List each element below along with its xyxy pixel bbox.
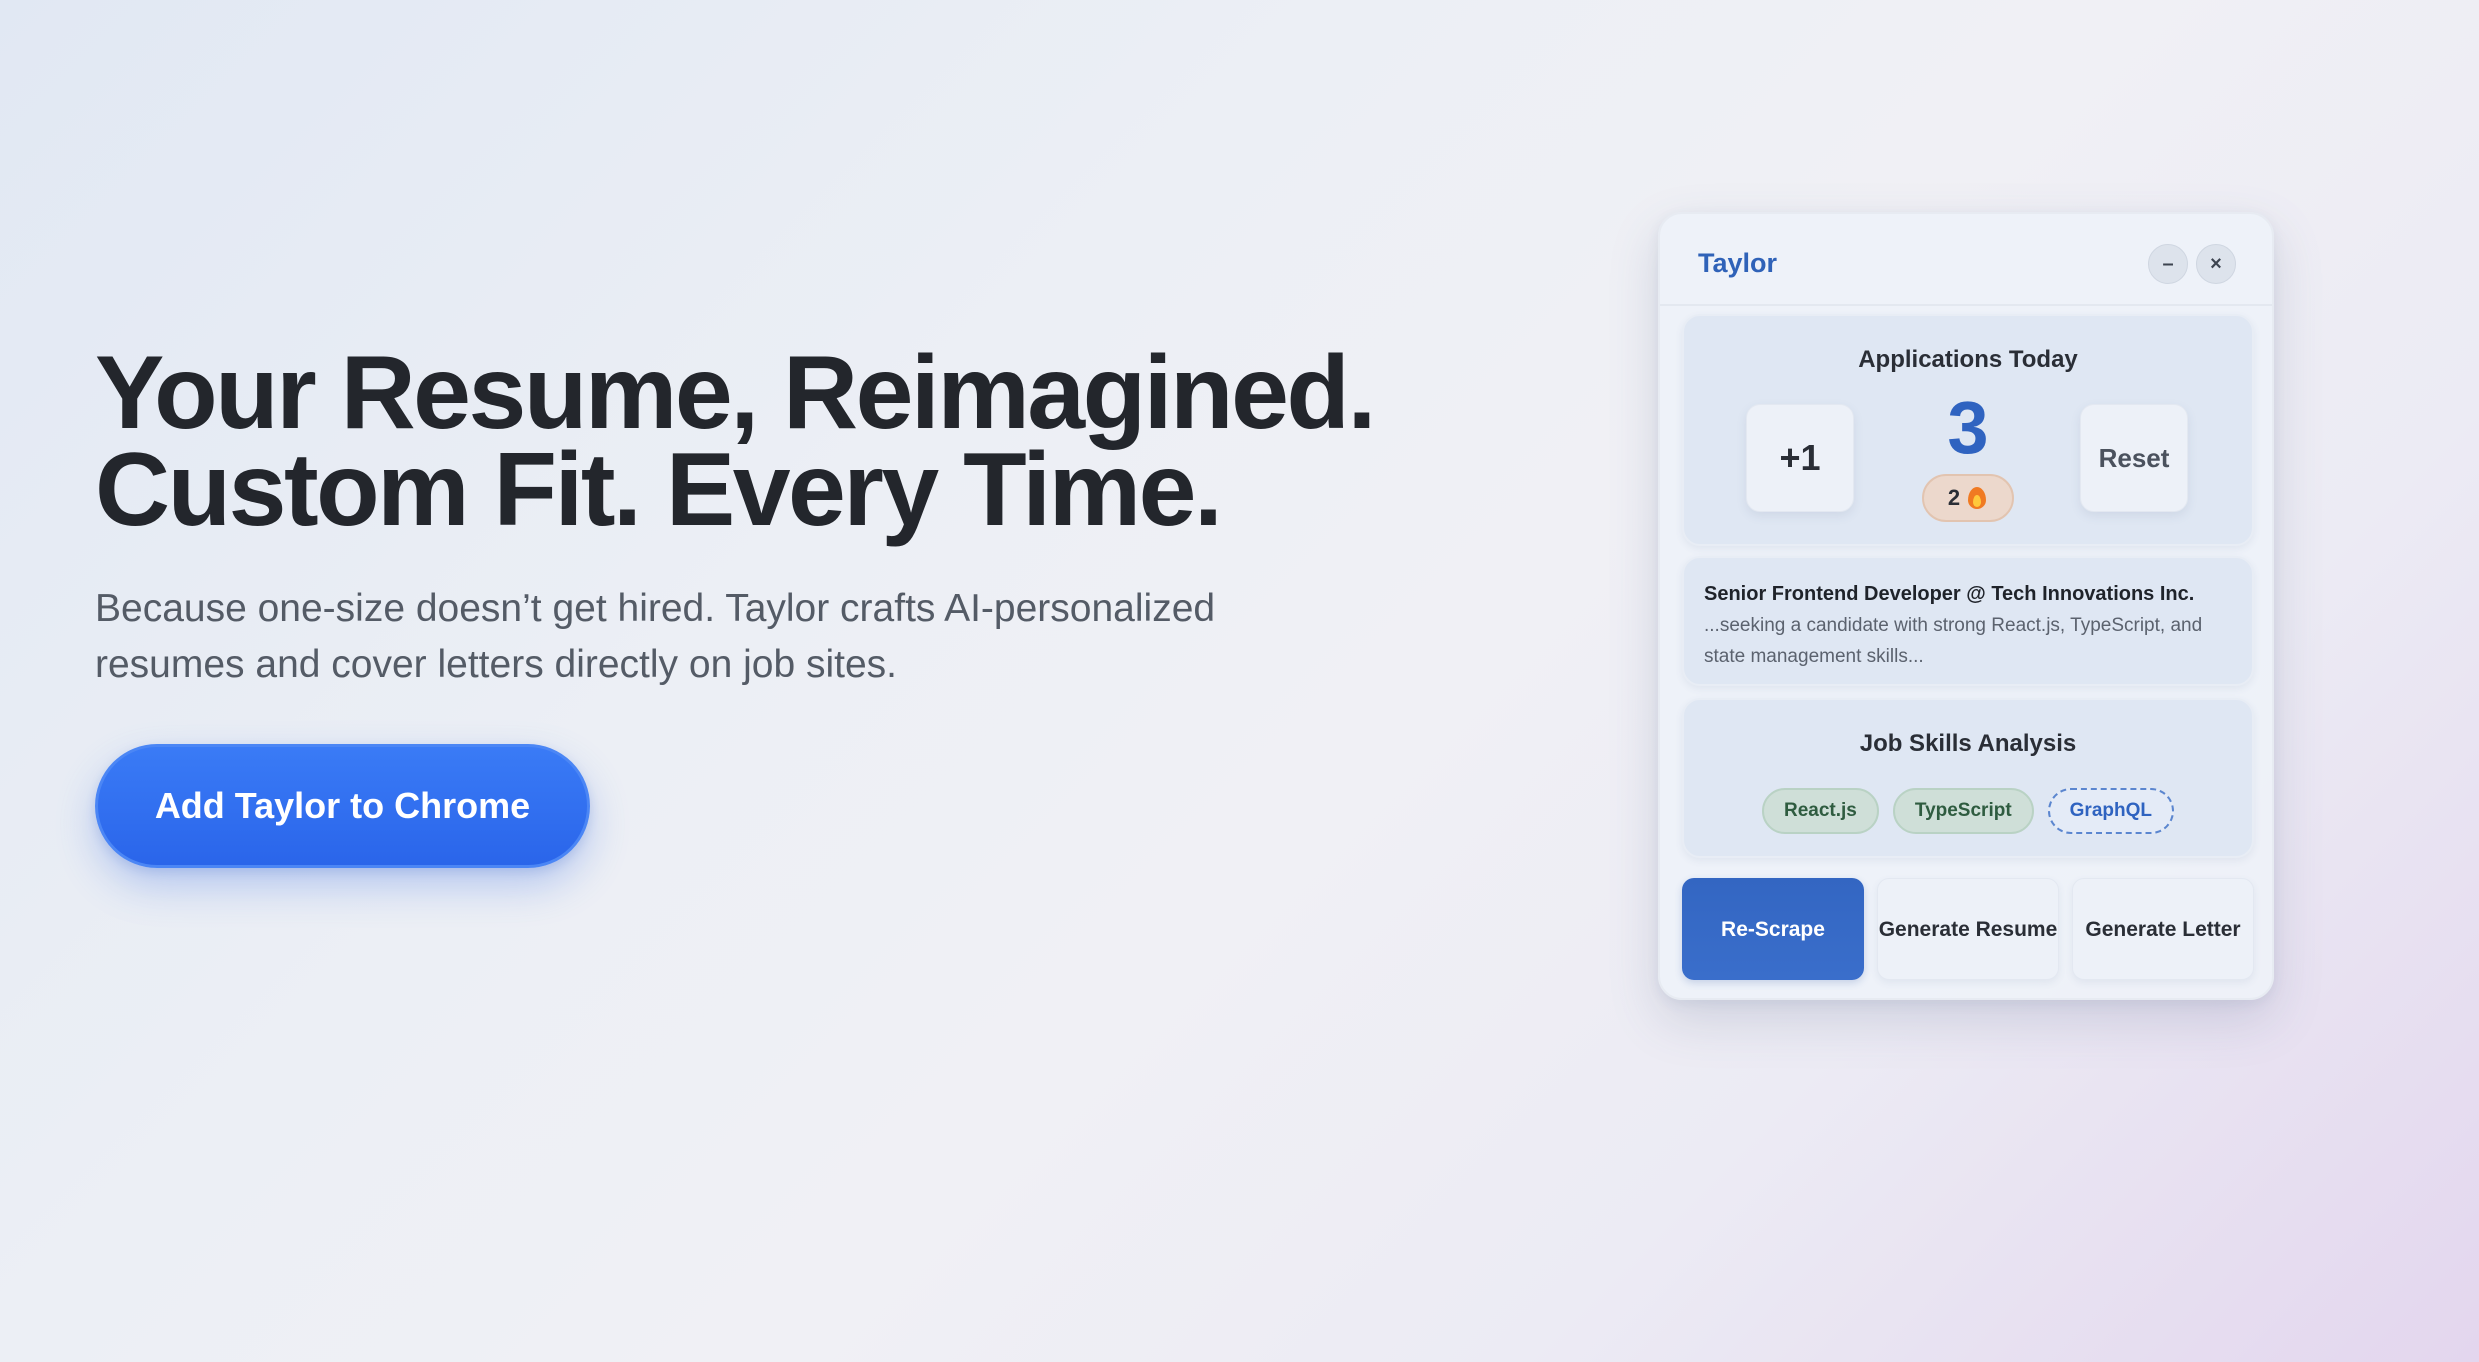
- headline-line-2: Custom Fit. Every Time.: [95, 432, 1223, 548]
- skill-chip-graphql: GraphQL: [2047, 788, 2174, 834]
- hero-subtext: Because one-size doesn’t get hired. Tayl…: [95, 587, 1216, 686]
- add-to-chrome-button[interactable]: Add Taylor to Chrome: [95, 744, 590, 868]
- skill-chip-react: React.js: [1762, 788, 1879, 834]
- close-icon[interactable]: ×: [2196, 244, 2236, 284]
- skills-chips: React.js TypeScript GraphQL: [1684, 788, 2252, 834]
- reset-button[interactable]: Reset: [2080, 404, 2188, 512]
- applications-panel: Applications Today +1 3 Reset 2: [1682, 314, 2254, 546]
- headline-line-1: Your Resume, Reimagined.: [95, 335, 1376, 451]
- streak-count: 2: [1947, 485, 1961, 510]
- taylor-widget: Taylor – × Applications Today +1 3 Reset…: [1658, 212, 2274, 1000]
- job-snippet: ...seeking a candidate with strong React…: [1704, 615, 2203, 667]
- generate-resume-button[interactable]: Generate Resume: [1877, 878, 2059, 980]
- skills-panel: Job Skills Analysis React.js TypeScript …: [1682, 698, 2254, 858]
- hero-section: Your Resume, Reimagined. Custom Fit. Eve…: [95, 335, 1395, 693]
- applications-title: Applications Today: [1858, 346, 2078, 373]
- minimize-icon[interactable]: –: [2148, 244, 2188, 284]
- rescrape-button[interactable]: Re-Scrape: [1682, 878, 1864, 980]
- generate-letter-button[interactable]: Generate Letter: [2072, 878, 2254, 980]
- skills-title: Job Skills Analysis: [1859, 730, 2077, 757]
- streak-badge: 2: [1922, 474, 2014, 522]
- job-title: Senior Frontend Developer @ Tech Innovat…: [1704, 583, 2195, 605]
- widget-title: Taylor: [1698, 248, 1778, 278]
- skill-chip-typescript: TypeScript: [1892, 788, 2034, 834]
- job-panel: Senior Frontend Developer @ Tech Innovat…: [1682, 556, 2254, 686]
- hero-headline: Your Resume, Reimagined. Custom Fit. Eve…: [95, 335, 1395, 548]
- widget-header: Taylor – ×: [1660, 214, 2272, 306]
- fire-icon: [1966, 485, 1988, 511]
